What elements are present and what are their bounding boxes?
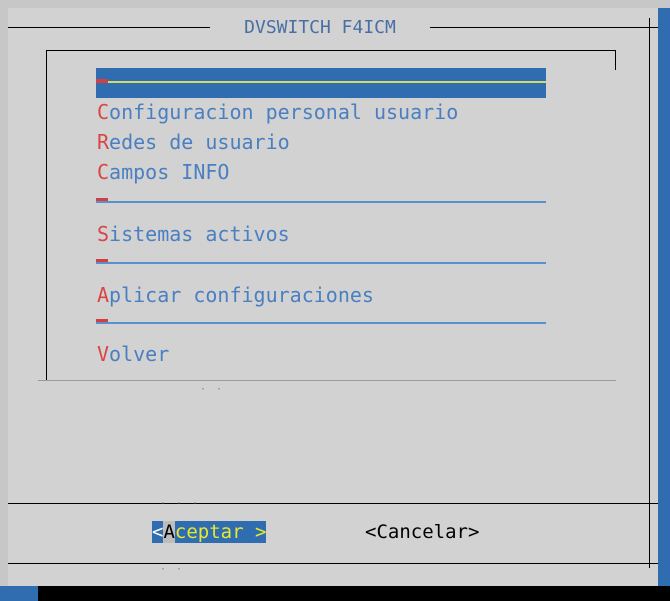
terminal-background-blue-bottom bbox=[0, 586, 38, 601]
menu-box-bottom-border bbox=[38, 380, 616, 381]
render-artifact-dots: · · bbox=[200, 384, 225, 395]
dialog-right-border bbox=[649, 18, 650, 510]
menu-box-right-border bbox=[615, 50, 616, 70]
dialog-title: DVSWITCH F4ICM bbox=[210, 18, 430, 38]
menu-selection-hotkey-mark bbox=[96, 79, 108, 83]
dialog-shadow bbox=[38, 586, 670, 601]
render-artifact-dots: · · · bbox=[160, 498, 201, 509]
dialog-right-border-lower bbox=[649, 504, 650, 568]
menu-item-volver[interactable]: Volver bbox=[97, 342, 169, 366]
cancelar-button[interactable]: <Cancelar> bbox=[365, 520, 479, 544]
menu-box-top-border bbox=[46, 50, 616, 51]
dialog-bottom-border bbox=[8, 563, 658, 564]
menu-item-aplicar-configuraciones[interactable]: Aplicar configuraciones bbox=[97, 283, 374, 307]
menu-selection-bar[interactable] bbox=[96, 68, 546, 98]
aceptar-button[interactable]: <Aceptar > bbox=[152, 520, 267, 544]
terminal-background-blue bbox=[658, 8, 670, 586]
menu-separator[interactable] bbox=[96, 262, 546, 264]
menu-selection-line bbox=[96, 81, 546, 83]
render-artifact-dots: · · bbox=[160, 564, 185, 575]
dialog-button-separator bbox=[8, 503, 658, 504]
menu-separator[interactable] bbox=[96, 322, 546, 324]
menu-item-campos-info[interactable]: Campos INFO bbox=[97, 160, 229, 184]
menu-item-configuracion-personal[interactable]: Configuracion personal usuario bbox=[97, 100, 458, 124]
menu-separator[interactable] bbox=[96, 201, 546, 203]
menu-box-left-border bbox=[46, 50, 47, 380]
terminal-screen: DVSWITCH F4ICM Configuracion personal us… bbox=[0, 0, 670, 601]
menu-item-redes-de-usuario[interactable]: Redes de usuario bbox=[97, 130, 290, 154]
menu-item-sistemas-activos[interactable]: Sistemas activos bbox=[97, 222, 290, 246]
